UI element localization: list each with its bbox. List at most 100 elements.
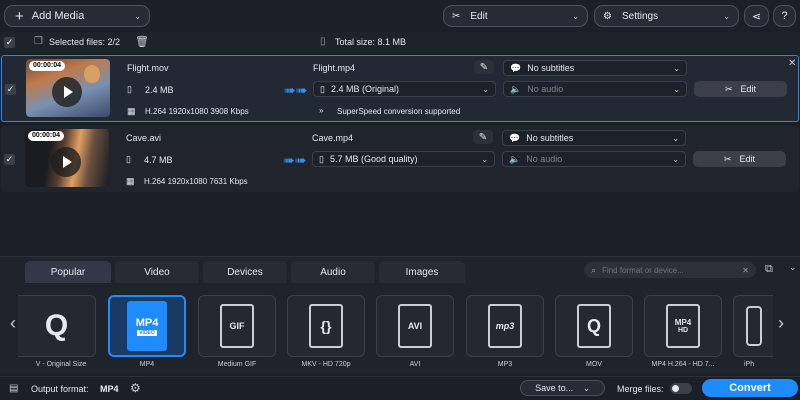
speaker-icon: 🔈	[509, 153, 521, 164]
gear-icon[interactable]: ⚙	[130, 381, 141, 395]
merge-files-toggle[interactable]	[670, 383, 692, 394]
video-thumbnail[interactable]: 00:00:04	[25, 129, 109, 187]
scroll-left-icon[interactable]: ‹	[10, 313, 16, 334]
file-edit-button[interactable]: ✂ Edit	[693, 151, 786, 167]
file-edit-button[interactable]: ✂ Edit	[694, 81, 787, 97]
device-detect-icon[interactable]: ⧉	[765, 263, 773, 276]
edit-label: Edit	[470, 10, 488, 22]
tools-icon: ✂	[724, 83, 733, 94]
gif-icon: GIF	[220, 304, 254, 348]
total-size-label: Total size: 8.1 MB	[335, 37, 407, 47]
format-card[interactable]: Q	[555, 295, 633, 357]
format-label: Medium GIF	[217, 361, 257, 368]
add-media-button[interactable]: + Add Media ⌄	[4, 5, 150, 27]
codec-info: H.264 1920x1080 3908 Kbps	[145, 107, 249, 116]
trash-icon[interactable]: 🗑	[135, 35, 149, 48]
chevron-down-icon: ⌄	[672, 154, 679, 164]
subtitles-select[interactable]: 💬 No subtitles ⌄	[503, 60, 687, 76]
convert-label: Convert	[729, 382, 771, 394]
codec-info: H.264 1920x1080 7631 Kbps	[144, 177, 248, 186]
search-input[interactable]	[602, 265, 731, 275]
format-card[interactable]: AVI	[376, 295, 454, 357]
codec-icon: ▦	[126, 176, 135, 186]
pencil-icon: ✎	[479, 61, 489, 73]
file-size-icon: ▯	[126, 154, 131, 164]
output-file-name[interactable]: Cave.mp4	[312, 133, 353, 143]
file-checkbox[interactable]: ✓	[5, 84, 16, 95]
balloon-graphic	[84, 65, 100, 83]
merge-files-label: Merge files:	[617, 384, 664, 394]
subtitles-icon: 💬	[510, 62, 522, 73]
source-file-name: Cave.avi	[126, 133, 162, 143]
format-label: V - Original Size	[35, 361, 87, 368]
format-label: MKV - HD 720p	[301, 361, 351, 368]
chevron-down-icon: ⌄	[572, 11, 579, 21]
edit-button[interactable]: ✂ Edit ⌄	[443, 5, 588, 27]
avi-icon: AVI	[398, 304, 432, 348]
chevron-down-icon: ⌄	[723, 11, 730, 21]
file-size-icon: ▯	[127, 84, 132, 94]
tab-audio[interactable]: Audio	[291, 261, 375, 283]
file-row[interactable]: ✓ 00:00:04 Flight.mov ▯ 2.4 MB ▦ H.264 1…	[1, 55, 799, 122]
remove-file-icon[interactable]: ✕	[788, 58, 796, 69]
file-row[interactable]: ✓ 00:00:04 Cave.avi ▯ 4.7 MB ▦ H.264 192…	[1, 126, 799, 192]
gear-icon: ⚙	[603, 10, 612, 22]
settings-button[interactable]: ⚙ Settings ⌄	[594, 5, 739, 27]
superspeed-note: SuperSpeed conversion supported	[337, 107, 461, 116]
tab-images[interactable]: Images	[379, 261, 465, 283]
convert-button[interactable]: Convert	[702, 379, 798, 397]
save-to-button[interactable]: Save to... ⌄	[520, 380, 605, 396]
audio-value: No audio	[526, 154, 563, 164]
output-quality-value: 2.4 MB (Original)	[330, 84, 399, 94]
document-icon: ▯	[320, 36, 326, 47]
help-button[interactable]: ?	[773, 5, 796, 27]
play-icon[interactable]	[52, 77, 82, 107]
format-card-selected[interactable]: MP4 VIDEO	[108, 295, 186, 357]
save-to-label: Save to...	[535, 383, 574, 393]
select-all-checkbox[interactable]: ✓	[4, 37, 15, 48]
clear-search-icon[interactable]: ✕	[742, 266, 749, 275]
tab-devices[interactable]: Devices	[203, 261, 287, 283]
chevron-down-icon: ⌄	[673, 63, 680, 73]
subtitles-value: No subtitles	[527, 63, 575, 73]
rename-button[interactable]: ✎	[474, 60, 494, 74]
mkv-icon: {}	[309, 304, 343, 348]
subtitles-select[interactable]: 💬 No subtitles ⌄	[502, 130, 686, 146]
format-label: MP4	[139, 361, 155, 368]
help-icon: ?	[781, 10, 788, 22]
audio-select[interactable]: 🔈 No audio ⌄	[503, 81, 687, 97]
file-edit-label: Edit	[740, 84, 757, 94]
scroll-right-icon[interactable]: ›	[778, 313, 784, 334]
rename-button[interactable]: ✎	[473, 130, 493, 144]
selected-files-label: Selected files: 2/2	[49, 37, 121, 47]
pencil-icon: ✎	[478, 131, 488, 143]
source-file-size: 4.7 MB	[144, 155, 173, 165]
mp4-hd-icon: MP4 HD	[666, 304, 700, 348]
play-icon[interactable]	[51, 147, 81, 177]
format-search[interactable]: ⌕ ✕	[584, 262, 756, 278]
format-card[interactable]	[733, 295, 773, 357]
tab-video[interactable]: Video	[115, 261, 199, 283]
duration-badge: 00:00:04	[29, 61, 66, 71]
format-card[interactable]: GIF	[198, 295, 276, 357]
output-quality-select[interactable]: ▯ 5.7 MB (Good quality) ⌄	[312, 151, 495, 167]
format-card[interactable]: {}	[287, 295, 365, 357]
subtitles-icon: 💬	[509, 132, 521, 143]
format-card[interactable]: Q	[18, 295, 96, 357]
quicktime-icon: Q	[577, 304, 611, 348]
source-file-size: 2.4 MB	[145, 85, 174, 95]
collapse-panel-icon[interactable]: ⌄	[789, 262, 797, 273]
tab-popular[interactable]: Popular	[25, 261, 111, 283]
output-quality-select[interactable]: ▯ 2.4 MB (Original) ⌄	[313, 81, 496, 97]
chevron-down-icon: ⌄	[583, 383, 590, 393]
source-file-name: Flight.mov	[127, 63, 169, 73]
video-thumbnail[interactable]: 00:00:04	[26, 59, 110, 117]
share-button[interactable]: ⋖	[744, 5, 769, 27]
audio-select[interactable]: 🔈 No audio ⌄	[502, 151, 686, 167]
mp3-icon: mp3	[488, 304, 522, 348]
file-checkbox[interactable]: ✓	[4, 154, 15, 165]
tools-icon: ✂	[452, 10, 461, 22]
format-card[interactable]: mp3	[466, 295, 544, 357]
output-file-name[interactable]: Flight.mp4	[313, 63, 355, 73]
format-card[interactable]: MP4 HD	[644, 295, 722, 357]
